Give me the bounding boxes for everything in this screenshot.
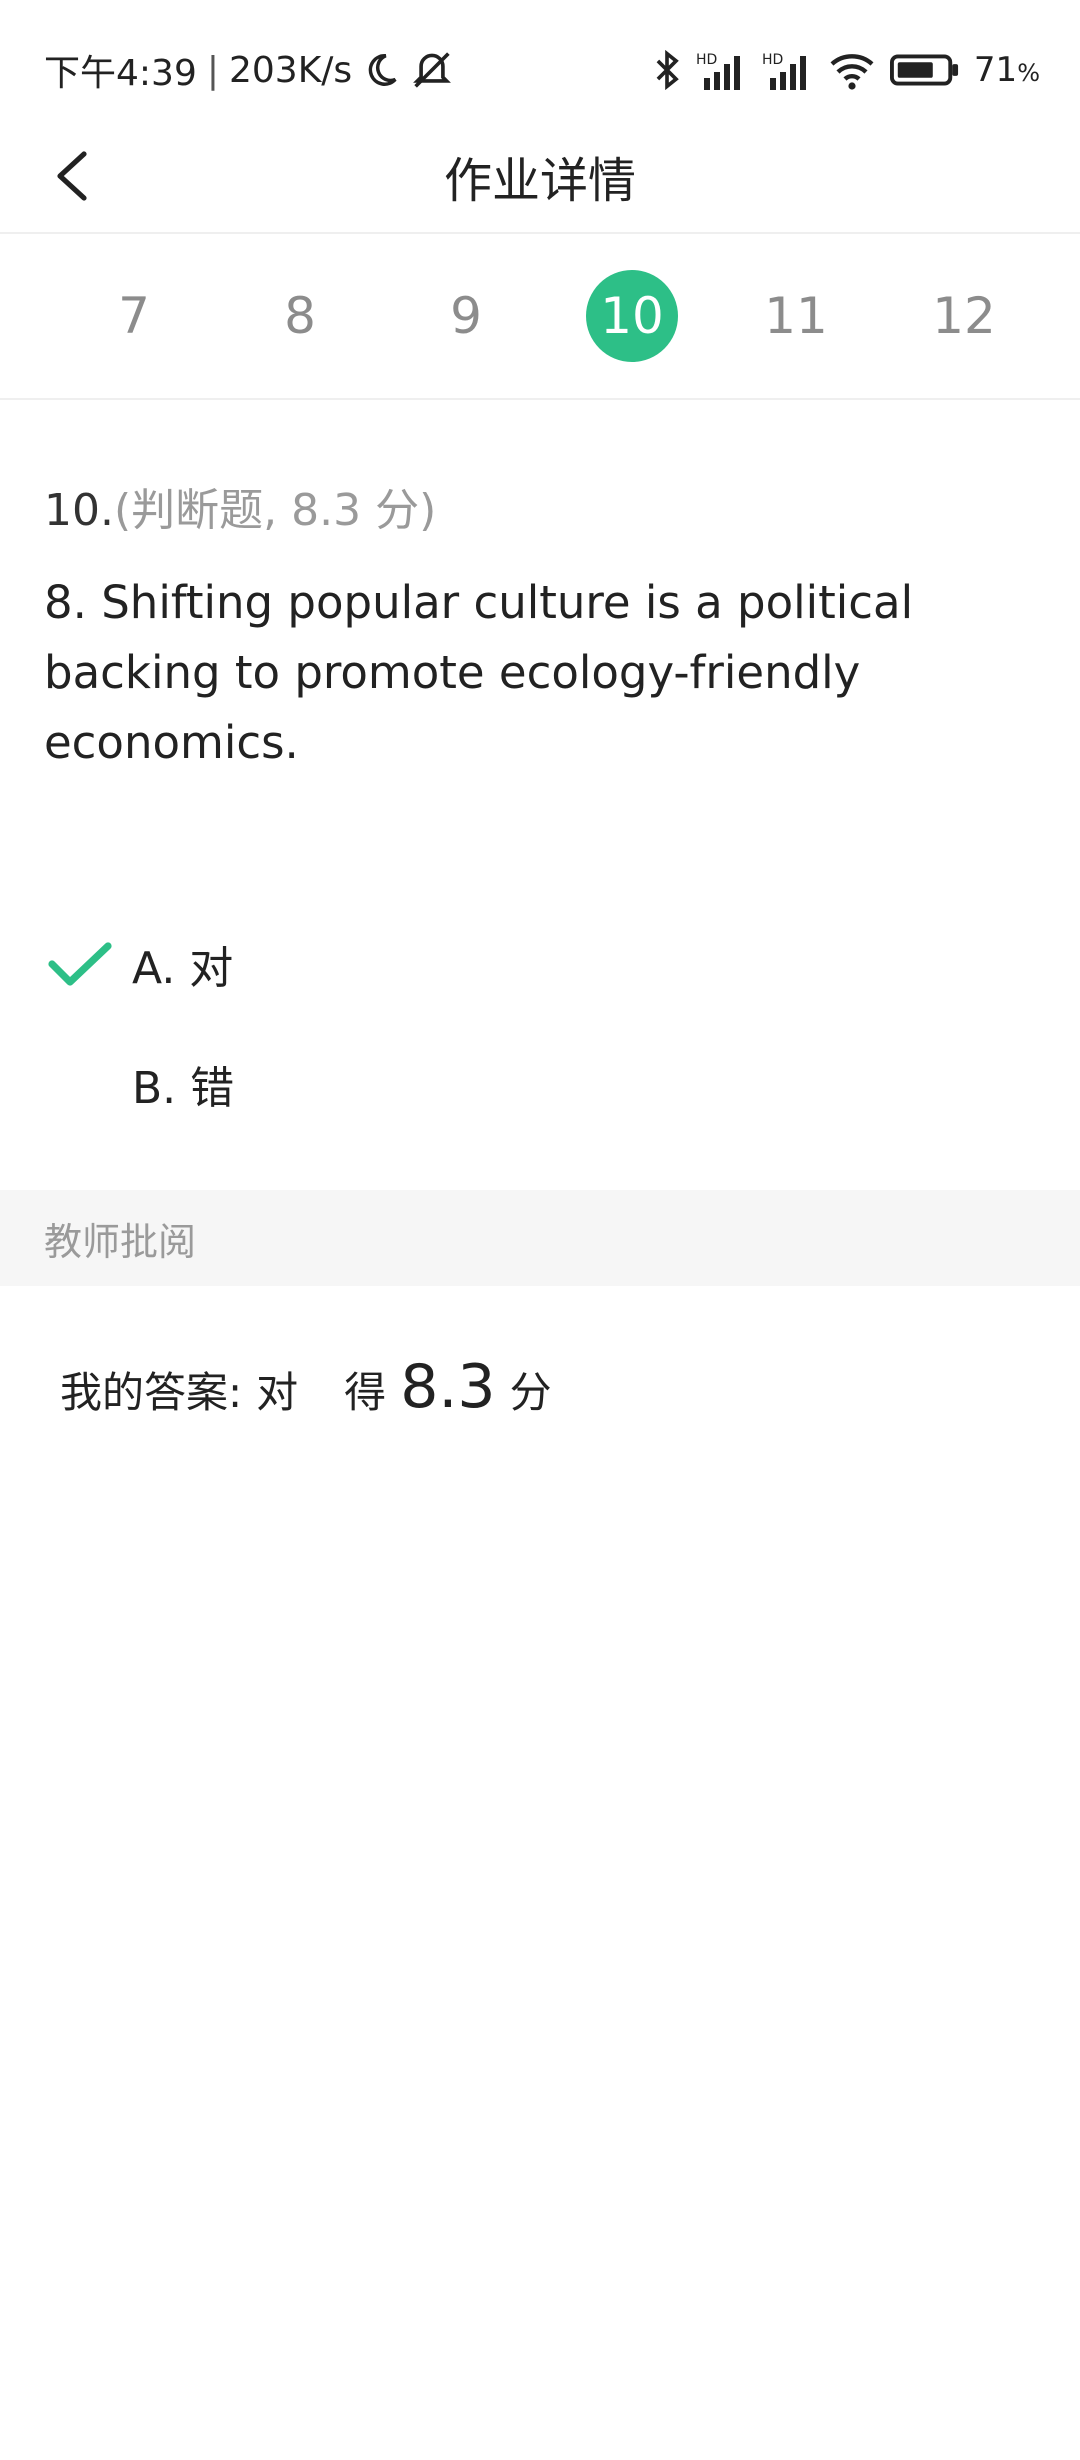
mute-icon xyxy=(410,50,454,90)
back-button[interactable] xyxy=(36,140,108,212)
question-number-11[interactable]: 11 xyxy=(750,270,842,362)
status-time: 下午4:39 xyxy=(44,53,197,94)
signal-hd-icon-2: HD xyxy=(762,50,814,90)
question-number-12[interactable]: 12 xyxy=(918,270,1010,362)
option-b[interactable]: B. 错 xyxy=(44,1044,944,1124)
my-answer-label: 我的答案: xyxy=(60,1368,243,1417)
question-number-selector: 7 8 9 10 11 12 xyxy=(0,234,1080,400)
status-network-speed: 203K/s xyxy=(228,49,353,91)
page-title: 作业详情 xyxy=(443,153,636,209)
score-unit: 分 xyxy=(509,1368,552,1417)
question-number-10-selected[interactable]: 10 xyxy=(586,270,678,362)
status-bar: 下午4:39 | 203K/s HD HD 71% xyxy=(0,0,1080,140)
question-number: 10. xyxy=(44,485,114,536)
chevron-left-icon xyxy=(54,150,90,202)
battery-icon xyxy=(889,52,960,88)
moon-icon xyxy=(362,51,400,89)
score-value: 8.3 xyxy=(400,1352,496,1422)
bluetooth-icon xyxy=(652,50,682,90)
question-number-9[interactable]: 9 xyxy=(420,270,512,362)
option-a[interactable]: A. 对 xyxy=(44,924,944,1004)
my-answer-row: 我的答案: 对 得 8.3 分 xyxy=(60,1352,552,1422)
my-answer-value: 对 xyxy=(256,1368,299,1417)
status-bar-left: 下午4:39 | 203K/s xyxy=(44,40,454,100)
question-text: 8. Shifting popular culture is a politic… xyxy=(44,576,914,769)
svg-text:HD: HD xyxy=(696,52,717,68)
question-number-8[interactable]: 8 xyxy=(254,270,346,362)
signal-hd-icon: HD xyxy=(696,50,748,90)
check-icon xyxy=(44,928,116,1000)
status-separator: | xyxy=(206,49,219,91)
option-a-label: A. 对 xyxy=(132,943,234,994)
teacher-review-header: 教师批阅 xyxy=(0,1190,1080,1286)
question-header: 10.(判断题, 8.3 分) xyxy=(44,474,436,538)
battery-percent: 71% xyxy=(973,50,1040,90)
status-bar-right: HD HD 71% xyxy=(652,40,1040,100)
question-meta: (判断题, 8.3 分) xyxy=(113,485,437,536)
score-prefix: 得 xyxy=(344,1368,387,1417)
option-b-label: B. 错 xyxy=(132,1063,235,1114)
teacher-review-title: 教师批阅 xyxy=(44,1219,197,1264)
question-number-7[interactable]: 7 xyxy=(88,270,180,362)
nav-bar: 作业详情 xyxy=(0,120,1080,234)
wifi-icon xyxy=(828,50,876,90)
svg-text:HD: HD xyxy=(762,52,783,68)
